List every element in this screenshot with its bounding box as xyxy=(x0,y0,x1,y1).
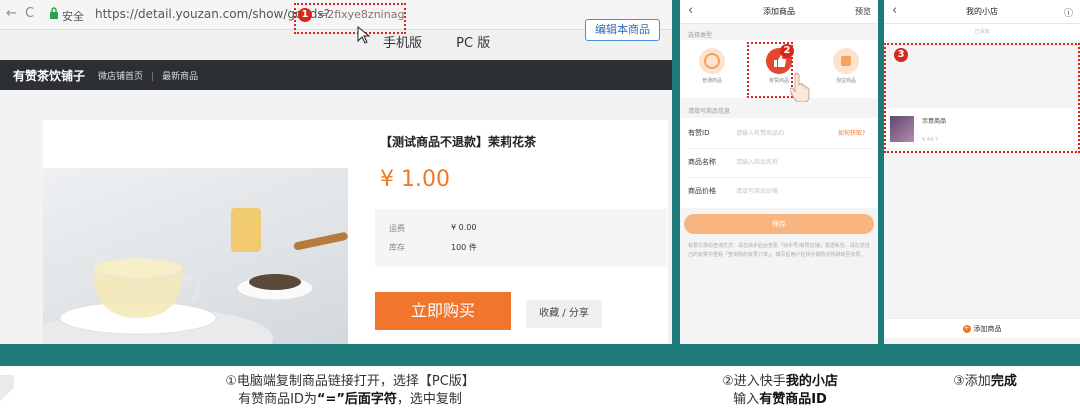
add-product-button[interactable]: + 添加商品 xyxy=(884,318,1080,338)
stock-row: 库存 100 件 xyxy=(389,242,477,253)
caption-2-line-2: 输入有赞商品ID xyxy=(733,392,827,407)
help-note: 有赞订单的查询方式：请在快手后台查看「快手号/有赞店铺」发送私信，请在您自己的有… xyxy=(688,243,870,258)
shop-nav-links: 微店铺首页 | 最新商品 xyxy=(98,72,199,82)
stock-value: 100 件 xyxy=(451,243,477,252)
type-section-label: 选择类型 xyxy=(688,32,713,39)
added-item-highlight xyxy=(884,43,1080,153)
shipping-label: 运费 xyxy=(389,224,405,233)
favorite-share-button[interactable]: 收藏 / 分享 xyxy=(526,300,602,328)
caption-step-1: ①电脑端复制商品链接打开，选择【PC版】 有赞商品ID为“=”后面字符，选中复制 xyxy=(200,373,500,409)
caption-step-2: ②进入快手我的小店 输入有赞商品ID xyxy=(690,373,870,409)
youzan-id-input[interactable]: 请输入有赞商品ID xyxy=(736,128,784,137)
plus-icon: + xyxy=(962,325,971,333)
type-taobao-label: 淘宝商品 xyxy=(835,78,856,84)
product-name-label: 商品名称 xyxy=(688,158,716,166)
step-3-badge: 3 xyxy=(894,48,908,62)
stock-label: 库存 xyxy=(389,243,405,252)
product-form: 有赞ID 请输入有赞商品ID 如何获取? 商品名称 请输入商品名称 商品价格 请… xyxy=(680,118,878,208)
product-price: ¥ 1.00 xyxy=(380,167,450,192)
decor-stripe xyxy=(0,375,14,413)
product-name-row: 商品名称 请输入商品名称 xyxy=(688,157,778,167)
back-arrow-icon[interactable]: ← xyxy=(6,6,17,21)
product-title: 【测试商品不退款】茉莉花茶 xyxy=(380,135,537,149)
lock-icon xyxy=(50,7,58,19)
product-name-input[interactable]: 请输入商品名称 xyxy=(736,157,778,166)
info-section-label: 请填写商品信息 xyxy=(688,108,731,115)
normal-product-icon xyxy=(699,48,725,74)
youzan-id-label: 有赞ID xyxy=(688,129,710,137)
caption-2-line-1: ②进入快手我的小店 xyxy=(722,374,838,389)
info-icon[interactable]: ⓘ xyxy=(1064,6,1073,19)
shipping-row: 运费 ¥ 0.00 xyxy=(389,223,476,234)
browser-panel: ← C 安全 https://detail.youzan.com/show/go… xyxy=(0,0,672,344)
add-product-title: 添加商品 xyxy=(763,7,795,16)
caption-3-line-1: ③添加完成 xyxy=(953,374,1017,389)
product-price-row: 商品价格 请填写商品价格 xyxy=(688,186,778,196)
add-product-header: ‹ 添加商品 预览 xyxy=(680,0,878,24)
type-normal-label: 普通商品 xyxy=(701,78,722,84)
added-tab[interactable]: 已添加 xyxy=(884,24,1080,40)
youzan-id-row: 有赞ID 请输入有赞商品ID 如何获取? xyxy=(688,128,865,138)
view-switch: 手机版 PC 版 xyxy=(383,32,520,51)
my-shop-title: 我的小店 xyxy=(966,7,998,16)
edit-product-button[interactable]: 编辑本商品 xyxy=(585,19,660,41)
my-shop-header: ‹ 我的小店 ⓘ xyxy=(884,0,1080,24)
product-info-box: 运费 ¥ 0.00 库存 100 件 xyxy=(375,209,667,267)
url-id-fragment[interactable]: =2fixye8zninag xyxy=(318,8,404,21)
pc-view-link[interactable]: PC 版 xyxy=(456,36,490,51)
taobao-icon xyxy=(833,48,859,74)
type-normal[interactable]: 普通商品 xyxy=(692,48,732,84)
form-divider xyxy=(688,148,872,149)
reload-icon[interactable]: C xyxy=(25,6,34,21)
add-product-label: 添加商品 xyxy=(973,325,1002,333)
shop-latest-link[interactable]: 最新商品 xyxy=(162,72,198,82)
tap-hand-icon xyxy=(790,72,810,102)
pointer-cursor-icon xyxy=(357,26,370,44)
caption-1-line-1: ①电脑端复制商品链接打开，选择【PC版】 xyxy=(225,374,475,389)
caption-1-line-2: 有赞商品ID为“=”后面字符，选中复制 xyxy=(238,392,462,407)
product-image xyxy=(43,168,348,344)
buy-now-button[interactable]: 立即购买 xyxy=(375,292,511,330)
caption-step-3: ③添加完成 xyxy=(915,373,1055,391)
shop-nav-bar: 有赞茶饮铺子 微店铺首页 | 最新商品 xyxy=(0,60,672,90)
mobile-view-link[interactable]: 手机版 xyxy=(383,36,422,51)
step-2-badge: 2 xyxy=(780,44,794,58)
how-to-get-link[interactable]: 如何获取? xyxy=(838,128,865,137)
preview-link[interactable]: 预览 xyxy=(855,6,871,17)
form-divider xyxy=(688,177,872,178)
type-taobao[interactable]: 淘宝商品 xyxy=(826,48,866,84)
step-1-badge: 1 xyxy=(298,8,312,22)
save-button[interactable]: 保存 xyxy=(684,214,874,234)
product-price-label: 商品价格 xyxy=(688,187,716,195)
shop-home-link[interactable]: 微店铺首页 xyxy=(98,72,143,82)
shipping-value: ¥ 0.00 xyxy=(451,223,477,232)
product-price-input[interactable]: 请填写商品价格 xyxy=(736,186,778,195)
secure-label: 安全 xyxy=(62,10,84,23)
shop-name[interactable]: 有赞茶饮铺子 xyxy=(13,67,85,84)
